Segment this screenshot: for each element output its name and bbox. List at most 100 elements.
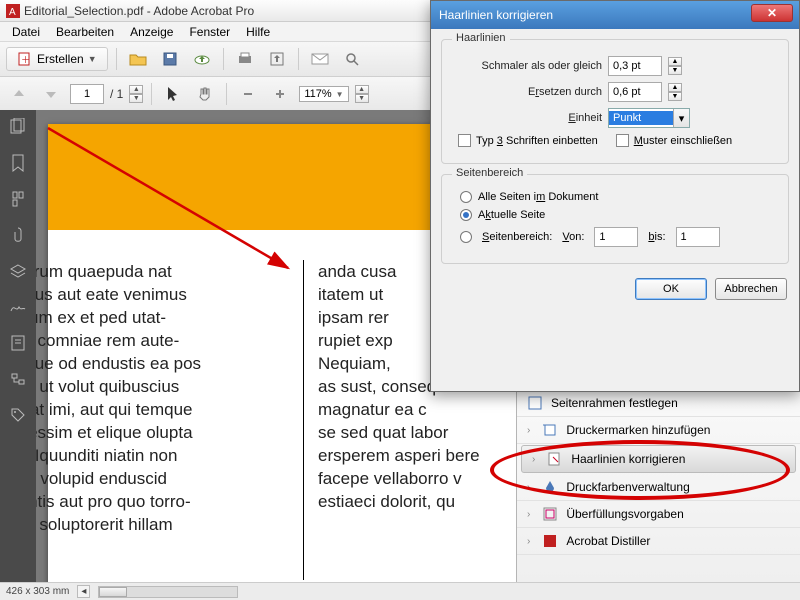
chevron-down-icon: ▾ (673, 109, 689, 127)
chevron-right-icon: › (532, 454, 535, 465)
hairlines-dialog: Haarlinien korrigieren ✕ Haarlinien Schm… (430, 0, 800, 392)
window-title: Editorial_Selection.pdf - Adobe Acrobat … (24, 4, 254, 18)
zoom-in-button[interactable] (267, 81, 293, 107)
threshold-spinner[interactable]: ▲▼ (668, 57, 682, 75)
tool-distiller[interactable]: ›Acrobat Distiller (517, 528, 800, 555)
group-pagerange-title: Seitenbereich (452, 167, 527, 179)
pages-panel-icon[interactable] (7, 116, 29, 138)
include-patterns-checkbox[interactable] (616, 134, 629, 147)
radio-page-range[interactable] (460, 231, 472, 243)
chevron-right-icon: › (527, 482, 530, 493)
ink-icon (542, 479, 558, 495)
menu-view[interactable]: Anzeige (122, 23, 181, 41)
share-button[interactable] (264, 46, 290, 72)
chevron-down-icon: ▼ (88, 54, 97, 64)
zoom-input[interactable]: 117%▼ (299, 86, 348, 102)
zoom-out-button[interactable] (235, 81, 261, 107)
group-hairlines-title: Haarlinien (452, 32, 510, 44)
close-button[interactable]: ✕ (751, 4, 793, 22)
menu-help[interactable]: Hilfe (238, 23, 278, 41)
envelope-icon (311, 52, 329, 66)
dialog-title: Haarlinien korrigieren (439, 8, 553, 22)
ok-button[interactable]: OK (635, 278, 707, 300)
create-label: Erstellen (37, 52, 84, 66)
page-size-label: 426 x 303 mm (6, 586, 69, 597)
chevron-right-icon: › (527, 509, 530, 520)
email-button[interactable] (307, 46, 333, 72)
cancel-button[interactable]: Abbrechen (715, 278, 787, 300)
open-button[interactable] (125, 46, 151, 72)
menu-file[interactable]: Datei (4, 23, 48, 41)
menu-edit[interactable]: Bearbeiten (48, 23, 122, 41)
tags-panel-icon[interactable] (7, 404, 29, 426)
unit-label: Einheit (452, 112, 602, 124)
tool-ueberfuellung[interactable]: ›Überfüllungsvorgaben (517, 501, 800, 528)
chevron-right-icon: › (527, 425, 530, 436)
cursor-icon (166, 86, 180, 102)
chevron-right-icon: › (527, 536, 530, 547)
svg-text:A: A (9, 7, 16, 18)
zoom-spinner[interactable]: ▲▼ (355, 85, 369, 103)
crop-marks-icon (542, 422, 558, 438)
radio-all-label: Alle Seiten im Dokument (478, 191, 598, 203)
embed-fonts-checkbox[interactable] (458, 134, 471, 147)
radio-range-label: Seitenbereich: (482, 231, 552, 243)
minus-icon (241, 87, 255, 101)
text-column-1: e nulparum quaepuda nat ut poribus aut e… (36, 260, 288, 536)
threshold-label: Schmaler als oder gleich (452, 60, 602, 72)
page-total: / 1 (110, 87, 123, 101)
tool-haarlinien[interactable]: ›Haarlinien korrigieren (521, 445, 796, 473)
content-panel-icon[interactable] (7, 332, 29, 354)
replace-input[interactable]: 0,6 pt (608, 82, 662, 102)
search-icon (344, 51, 360, 67)
thread-panel-icon[interactable] (7, 188, 29, 210)
tool-druckermarken[interactable]: ›Druckermarken hinzufügen (517, 417, 800, 444)
save-button[interactable] (157, 46, 183, 72)
signatures-panel-icon[interactable] (7, 296, 29, 318)
status-bar: 426 x 303 mm ◂ (0, 582, 800, 600)
group-hairlines: Haarlinien Schmaler als oder gleich 0,3 … (441, 39, 789, 164)
radio-current-page[interactable] (460, 209, 472, 221)
page-number-input[interactable] (70, 84, 104, 104)
menu-window[interactable]: Fenster (181, 23, 238, 41)
group-pagerange: Seitenbereich Alle Seiten im Dokument Ak… (441, 174, 789, 264)
create-icon: ＋ (17, 51, 33, 67)
folder-open-icon (129, 51, 147, 67)
layers-panel-icon[interactable] (7, 260, 29, 282)
svg-text:＋: ＋ (21, 55, 30, 65)
chevron-left-icon[interactable]: ◂ (77, 585, 90, 598)
threshold-input[interactable]: 0,3 pt (608, 56, 662, 76)
bookmark-panel-icon[interactable] (7, 152, 29, 174)
from-input[interactable]: 1 (594, 227, 638, 247)
attachment-panel-icon[interactable] (7, 224, 29, 246)
arrow-up-icon (12, 87, 26, 101)
cloud-button[interactable] (189, 46, 215, 72)
plus-icon (273, 87, 287, 101)
radio-all-pages[interactable] (460, 191, 472, 203)
page-spinner[interactable]: ▲▼ (129, 85, 143, 103)
create-button[interactable]: ＋ Erstellen ▼ (6, 47, 108, 71)
print-button[interactable] (232, 46, 258, 72)
replace-spinner[interactable]: ▲▼ (668, 83, 682, 101)
unit-value: Punkt (609, 111, 673, 125)
app-icon: A (6, 4, 20, 18)
structure-panel-icon[interactable] (7, 368, 29, 390)
page-down-button[interactable] (38, 81, 64, 107)
tool-druckfarben[interactable]: ›Druckfarbenverwaltung (517, 474, 800, 501)
dialog-title-bar[interactable]: Haarlinien korrigieren ✕ (431, 1, 799, 29)
hand-tool-button[interactable] (192, 81, 218, 107)
h-scrollbar[interactable] (98, 586, 238, 598)
include-patterns-label: Muster einschließen (634, 135, 732, 147)
to-input[interactable]: 1 (676, 227, 720, 247)
save-icon (162, 51, 178, 67)
page-frame-icon (527, 395, 543, 411)
unit-select[interactable]: Punkt ▾ (608, 108, 690, 128)
page-up-button[interactable] (6, 81, 32, 107)
tool-seitenrahmen[interactable]: Seitenrahmen festlegen (517, 390, 800, 417)
column-divider (303, 260, 304, 580)
hairline-icon (547, 451, 563, 467)
hand-icon (197, 86, 213, 102)
distiller-icon (542, 533, 558, 549)
search-button[interactable] (339, 46, 365, 72)
select-tool-button[interactable] (160, 81, 186, 107)
